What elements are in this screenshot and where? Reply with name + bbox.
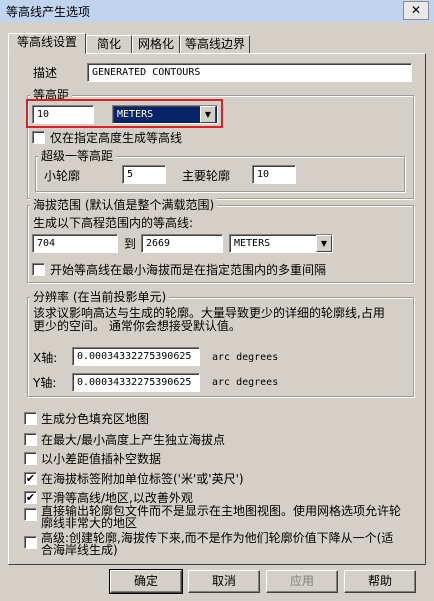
resolution-desc-1: 该求议影响高达与生成的轮廓。大量导致更少的详细的轮廓线,占用: [33, 306, 385, 320]
color-fill-label: 生成分色填充区地图: [41, 412, 150, 426]
chevron-down-icon[interactable]: ▼: [316, 235, 332, 252]
help-button[interactable]: 帮助: [344, 570, 416, 593]
description-input[interactable]: GENERATED CONTOURS: [87, 63, 412, 82]
description-label: 描述: [33, 66, 58, 80]
apply-button[interactable]: 应用: [266, 570, 338, 593]
smooth-label: 平滑等高线/地区,以改善外观: [41, 491, 193, 505]
x-unit-label: arc degrees: [212, 352, 279, 363]
minor-contour-label: 小轮廓: [44, 169, 81, 183]
x-resolution-input[interactable]: 0.00034332275390625: [72, 347, 200, 366]
interpolate-label: 以小差距值插补空数据: [41, 452, 162, 466]
color-fill-checkbox[interactable]: [24, 412, 37, 425]
elevation-from-input[interactable]: 704: [32, 234, 118, 253]
export-package-label-2: 廓线非常大的地区: [41, 516, 138, 530]
unit-label-text: 在海拔标签附加单位标签('米'或'英尺'): [41, 472, 244, 486]
interval-input[interactable]: 10: [32, 105, 94, 124]
elevation-to-input[interactable]: 2669: [141, 234, 223, 253]
only-specified-label: 仅在指定高度生成等高线: [50, 131, 183, 145]
y-axis-label: Y轴:: [33, 376, 57, 390]
only-specified-checkbox[interactable]: [32, 131, 45, 144]
unit-label-checkbox[interactable]: ✔: [24, 472, 37, 485]
y-unit-label: arc degrees: [212, 377, 279, 388]
major-contour-input[interactable]: 10: [252, 165, 296, 184]
min-max-points-label: 在最大/最小高度上产生独立海拔点: [41, 433, 226, 447]
x-axis-label: X轴:: [33, 351, 58, 365]
to-label: 到: [124, 237, 137, 251]
major-contour-label: 主要轮廓: [182, 169, 231, 183]
elevation-prompt: 生成以下高程范围内的等高线:: [33, 216, 194, 230]
elevation-unit-value: METERS: [234, 238, 271, 249]
elevation-range-legend: 海拔范围 (默认值是整个满载范围): [30, 198, 218, 212]
interpolate-checkbox[interactable]: [24, 452, 37, 465]
multiple-interval-label: 开始等高线在最小海拔而是在指定范围内的多重间隔: [50, 263, 327, 277]
export-package-checkbox[interactable]: [24, 508, 37, 521]
min-max-points-checkbox[interactable]: [24, 433, 37, 446]
interval-unit-value: METERS: [117, 109, 154, 120]
advanced-label-2: 合海岸线生成): [41, 543, 118, 557]
resolution-legend: 分辨率 (在当前投影单元): [30, 290, 170, 304]
cancel-button[interactable]: 取消: [188, 570, 260, 593]
multiple-interval-checkbox[interactable]: [32, 263, 45, 276]
resolution-desc-2: 更少的空间。 通常你会想接受默认值。: [33, 319, 241, 333]
advanced-checkbox[interactable]: [24, 536, 37, 549]
y-resolution-input[interactable]: 0.00034332275390625: [72, 373, 200, 392]
ok-button[interactable]: 确定: [109, 569, 183, 594]
minor-contour-input[interactable]: 5: [122, 165, 166, 184]
smooth-checkbox[interactable]: ✔: [24, 491, 37, 504]
super-interval-legend: 超级一等高距: [38, 149, 117, 163]
chevron-down-icon[interactable]: ▼: [200, 106, 216, 123]
